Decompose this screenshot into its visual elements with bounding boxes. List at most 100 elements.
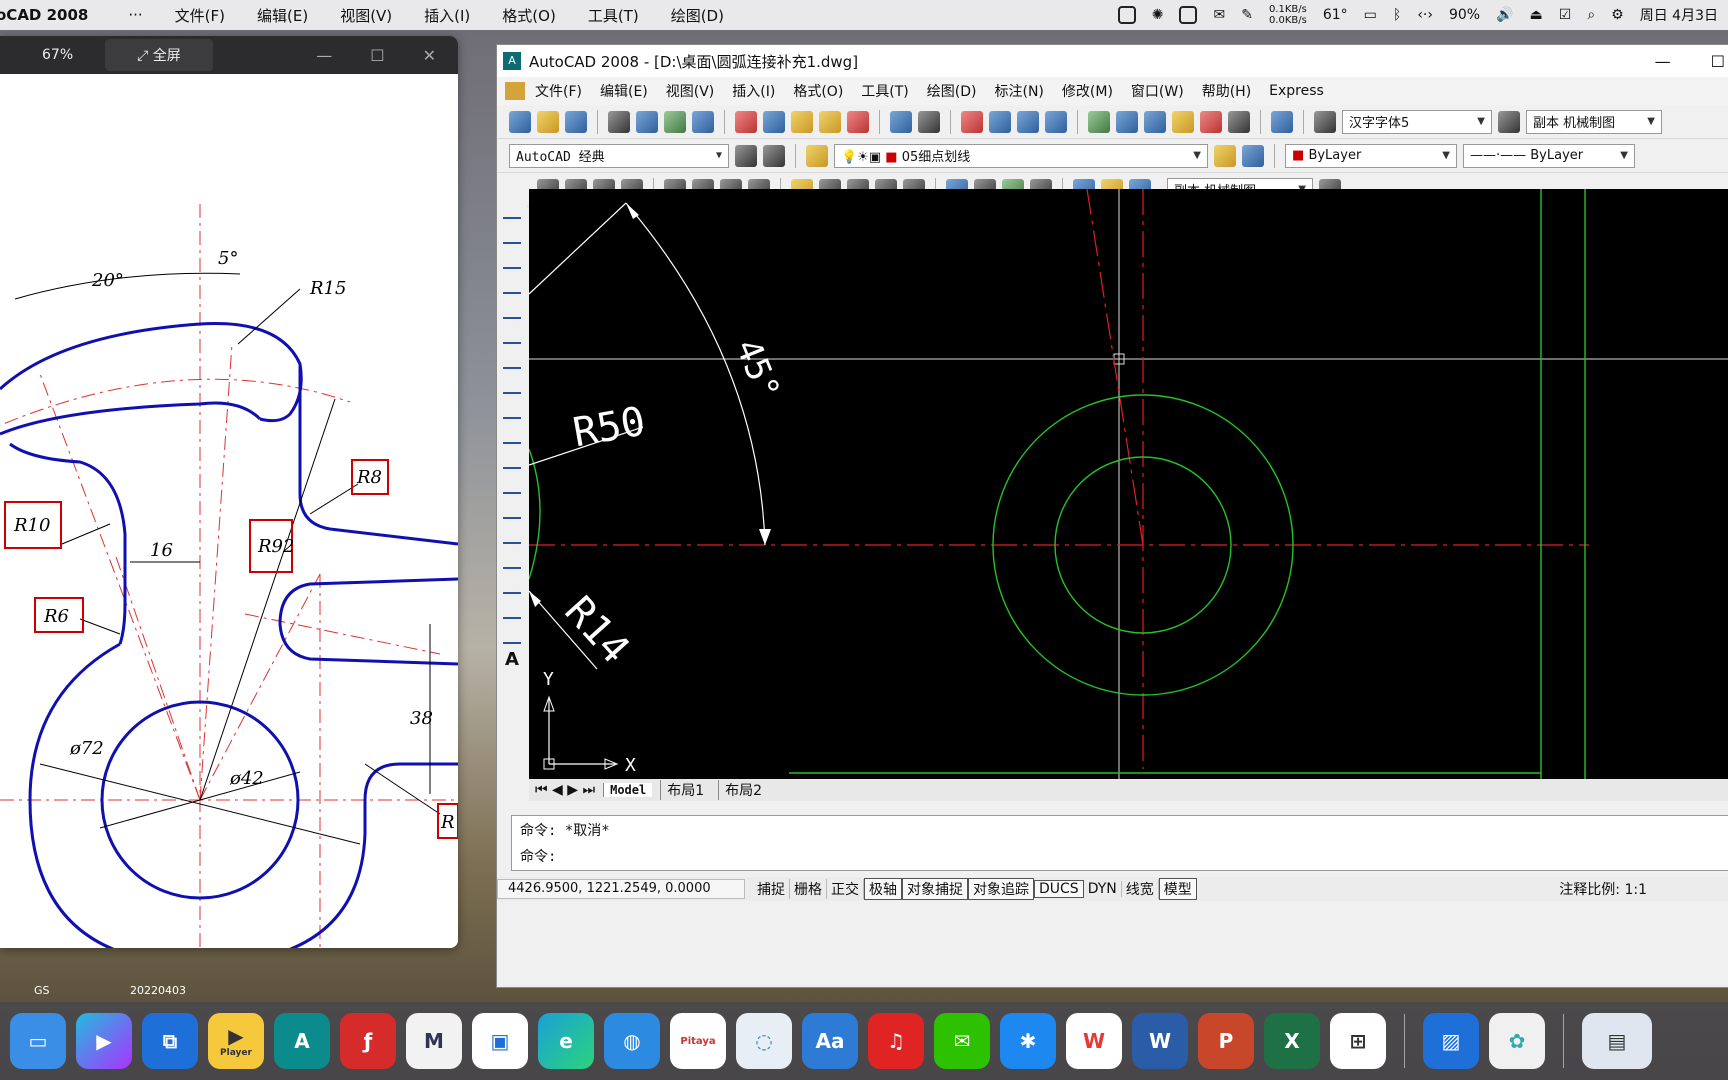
fullscreen-button[interactable]: ⤢ 全屏 [105, 39, 213, 71]
color-combo[interactable]: ■ ByLayer ▼ [1285, 143, 1457, 168]
model-toggle[interactable]: 模型 [1158, 878, 1197, 900]
menu-tools[interactable]: 工具(T) [588, 5, 639, 26]
m-app-icon[interactable]: M [406, 1013, 462, 1069]
redo-icon[interactable] [918, 110, 940, 133]
code-icon[interactable]: ‹·› [1417, 7, 1433, 23]
print-preview-icon[interactable] [636, 110, 658, 133]
remote-desktop-icon[interactable]: ⧉ [142, 1013, 198, 1069]
netease-music-icon[interactable]: ♫ [868, 1013, 924, 1069]
layer-previous-icon[interactable] [1242, 144, 1264, 167]
insert-block-icon[interactable] [503, 474, 521, 494]
maximize-icon[interactable]: ☐ [1711, 52, 1725, 71]
bluetooth-icon[interactable]: ᛒ [1393, 7, 1401, 23]
menu-file[interactable]: 文件(F) [175, 5, 225, 26]
pinwheel-icon[interactable]: ✺ [1152, 7, 1164, 23]
copy-icon[interactable] [763, 110, 785, 133]
layer-manager-icon[interactable] [806, 144, 828, 167]
clock-date[interactable]: 周日 4月3日 [1640, 5, 1718, 25]
powerpoint-icon[interactable]: P [1198, 1013, 1254, 1069]
paste-icon[interactable] [791, 110, 813, 133]
3d-dwf-icon[interactable] [692, 110, 714, 133]
control-center-icon[interactable]: ⚙ [1611, 7, 1624, 23]
window-app-icon[interactable]: ▣ [472, 1013, 528, 1069]
calculator-icon[interactable] [1228, 110, 1250, 133]
flash-icon[interactable]: ƒ [340, 1013, 396, 1069]
maximize-icon[interactable]: ☐ [370, 46, 384, 65]
pen-icon[interactable]: ✎ [1241, 7, 1253, 23]
coordinate-readout[interactable]: 4426.9500, 1221.2549, 0.0000 [497, 879, 745, 899]
line-tool-icon[interactable] [503, 199, 521, 219]
star-app-icon[interactable]: ✱ [1000, 1013, 1056, 1069]
close-icon[interactable]: ✕ [423, 46, 436, 65]
make-current-layer-icon[interactable] [1214, 144, 1236, 167]
acad-menu-dimension[interactable]: 标注(N) [995, 81, 1044, 101]
ducs-toggle[interactable]: DUCS [1034, 880, 1084, 898]
ellipse-arc-icon[interactable] [503, 449, 521, 469]
point-icon[interactable] [503, 524, 521, 544]
acad-menu-format[interactable]: 格式(O) [793, 81, 843, 101]
pitaya-icon[interactable]: Pitaya [670, 1013, 726, 1069]
hatch-icon[interactable] [503, 549, 521, 569]
otrack-toggle[interactable]: 对象追踪 [968, 878, 1034, 900]
doc-icon[interactable] [505, 82, 525, 100]
lineweight-toggle[interactable]: 线宽 [1122, 879, 1159, 899]
edge-icon[interactable]: e [538, 1013, 594, 1069]
publish-icon[interactable] [664, 110, 686, 133]
undo-icon[interactable] [890, 110, 912, 133]
minimize-icon[interactable]: — [1655, 52, 1671, 71]
mtext-icon[interactable]: A [505, 649, 519, 670]
dictionary-icon[interactable]: Aa [802, 1013, 858, 1069]
rectangle-icon[interactable] [503, 299, 521, 319]
word-icon[interactable]: W [1132, 1013, 1188, 1069]
finder-icon[interactable]: ▭ [10, 1013, 66, 1069]
battery-percent[interactable]: 90% [1449, 7, 1480, 23]
arc-icon[interactable] [503, 324, 521, 344]
excel-icon[interactable]: X [1264, 1013, 1320, 1069]
acad-menu-express[interactable]: Express [1269, 83, 1324, 99]
tab-model[interactable]: Model [603, 783, 653, 797]
dim-style-icon[interactable] [1498, 110, 1520, 133]
drawing-canvas[interactable]: 45° R50 R14 X Y [529, 189, 1728, 779]
menu-draw[interactable]: 绘图(D) [671, 5, 724, 26]
printer-icon[interactable] [1179, 6, 1198, 24]
dim-style-combo[interactable]: 副本 机械制图 ▼ [1526, 109, 1662, 134]
workspace-settings-icon[interactable] [735, 144, 757, 167]
layer-combo[interactable]: 💡☀▣ ■ 05细点划线 ▼ [834, 143, 1208, 168]
dyn-toggle[interactable]: DYN [1084, 881, 1122, 897]
acad-menu-view[interactable]: 视图(V) [666, 81, 715, 101]
circle-icon[interactable] [503, 349, 521, 369]
help-icon[interactable] [1271, 110, 1293, 133]
wps-icon[interactable]: W [1066, 1013, 1122, 1069]
region-icon[interactable] [503, 599, 521, 619]
acad-menu-tools[interactable]: 工具(T) [861, 81, 908, 101]
menu-insert[interactable]: 插入(I) [424, 5, 470, 26]
zoom-window-icon[interactable] [1017, 110, 1039, 133]
print-icon[interactable] [608, 110, 630, 133]
revcloud-icon[interactable] [503, 374, 521, 394]
acad-menu-file[interactable]: 文件(F) [535, 81, 582, 101]
menu-more[interactable]: ··· [128, 6, 142, 24]
desktop-label-date[interactable]: 20220403 [130, 984, 186, 997]
screen-capture-icon[interactable] [1117, 6, 1136, 24]
acad-menu-help[interactable]: 帮助(H) [1202, 81, 1251, 101]
command-window[interactable]: 命令: *取消* 命令: [511, 815, 1728, 871]
acad-menu-draw[interactable]: 绘图(D) [927, 81, 977, 101]
save-icon[interactable] [565, 110, 587, 133]
make-block-icon[interactable] [503, 499, 521, 519]
menu-format[interactable]: 格式(O) [502, 5, 556, 26]
acad-menu-window[interactable]: 窗口(W) [1131, 81, 1184, 101]
snap-toggle[interactable]: 捕捉 [753, 879, 790, 899]
ellipse-icon[interactable] [503, 424, 521, 444]
menu-view[interactable]: 视图(V) [340, 5, 392, 26]
pan-icon[interactable] [961, 110, 983, 133]
tab-layout1[interactable]: 布局1 [660, 780, 710, 800]
acad-menu-edit[interactable]: 编辑(E) [600, 81, 648, 101]
zoom-level[interactable]: 67% [42, 47, 73, 63]
acad-menu-modify[interactable]: 修改(M) [1062, 81, 1113, 101]
cut-icon[interactable] [735, 110, 757, 133]
polygon-icon[interactable] [503, 274, 521, 294]
sheet-set-icon[interactable] [1172, 110, 1194, 133]
new-file-icon[interactable] [509, 110, 531, 133]
text-style-combo[interactable]: 汉字字体5 ▼ [1342, 109, 1492, 134]
ortho-toggle[interactable]: 正交 [827, 879, 864, 899]
